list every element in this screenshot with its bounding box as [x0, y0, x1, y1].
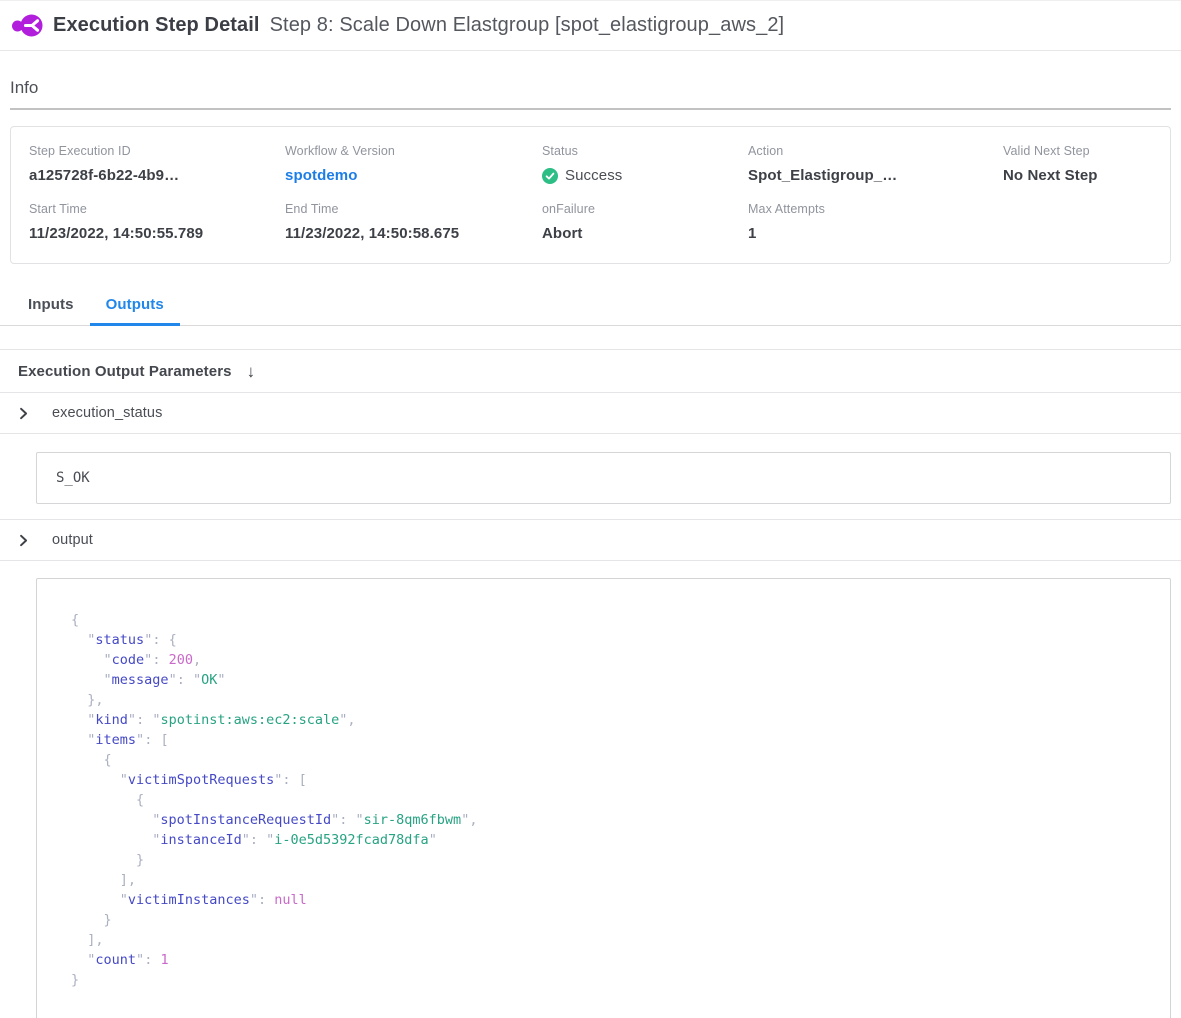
field-start-time: Start Time 11/23/2022, 14:50:55.789	[29, 202, 285, 242]
param-row-execution-status[interactable]: execution_status	[0, 393, 1181, 434]
info-section-heading-row: Info	[10, 78, 1171, 110]
field-label: Start Time	[29, 202, 285, 216]
field-value: 11/23/2022, 14:50:55.789	[29, 225, 285, 242]
execution-status-value: S_OK	[56, 470, 90, 486]
output-json-box: { "status": { "code": 200, "message": "O…	[36, 578, 1171, 1018]
header: Execution Step Detail Step 8: Scale Down…	[0, 1, 1181, 51]
field-label: Max Attempts	[748, 202, 1003, 216]
info-heading: Info	[10, 78, 1171, 98]
field-label: Step Execution ID	[29, 144, 285, 158]
info-grid: Step Execution ID a125728f-6b22-4b9… Wor…	[29, 144, 1170, 242]
tab-inputs[interactable]: Inputs	[12, 282, 90, 325]
field-action: Action Spot_Elastigroup_…	[748, 144, 1003, 184]
field-value: Spot_Elastigroup_…	[748, 167, 1003, 184]
info-card: Step Execution ID a125728f-6b22-4b9… Wor…	[10, 126, 1171, 264]
field-value: Abort	[542, 225, 748, 242]
field-empty	[1003, 202, 1170, 242]
field-end-time: End Time 11/23/2022, 14:50:58.675	[285, 202, 542, 242]
tab-outputs[interactable]: Outputs	[90, 282, 180, 325]
output-params-title: Execution Output Parameters	[18, 363, 232, 380]
json-code: { "status": { "code": 200, "message": "O…	[71, 610, 1150, 990]
field-workflow-version: Workflow & Version spotdemo	[285, 144, 542, 184]
field-label: Workflow & Version	[285, 144, 542, 158]
execution-status-value-box: S_OK	[36, 452, 1171, 504]
field-label: onFailure	[542, 202, 748, 216]
param-section-execution-status: execution_status S_OK	[0, 393, 1181, 520]
chevron-right-icon	[17, 534, 30, 547]
field-valid-next-step: Valid Next Step No Next Step	[1003, 144, 1170, 184]
field-max-attempts: Max Attempts 1	[748, 202, 1003, 242]
page-title: Execution Step Detail	[53, 14, 260, 37]
workflow-link[interactable]: spotdemo	[285, 167, 542, 184]
execution-output-parameters-header: Execution Output Parameters ↓	[0, 349, 1181, 393]
status-text: Success	[565, 167, 622, 184]
page-subtitle: Step 8: Scale Down Elastgroup [spot_elas…	[270, 14, 785, 37]
success-check-icon	[542, 168, 558, 184]
field-status: Status Success	[542, 144, 748, 184]
param-section-output: output { "status": { "code": 200, "messa…	[0, 520, 1181, 1018]
tabs-bar: Inputs Outputs	[0, 282, 1181, 326]
field-label: Status	[542, 144, 748, 158]
spot-logo-icon	[12, 12, 43, 39]
field-value: 1	[748, 225, 1003, 242]
param-row-output[interactable]: output	[0, 520, 1181, 561]
status-badge: Success	[542, 167, 748, 184]
field-value: 11/23/2022, 14:50:58.675	[285, 225, 542, 242]
field-label: Action	[748, 144, 1003, 158]
field-on-failure: onFailure Abort	[542, 202, 748, 242]
field-value: No Next Step	[1003, 167, 1170, 184]
field-label: End Time	[285, 202, 542, 216]
field-value: a125728f-6b22-4b9…	[29, 167, 285, 184]
param-name: output	[52, 532, 93, 548]
param-name: execution_status	[52, 405, 162, 421]
download-arrow-icon[interactable]: ↓	[247, 363, 256, 380]
field-label: Valid Next Step	[1003, 144, 1170, 158]
field-step-execution-id: Step Execution ID a125728f-6b22-4b9…	[29, 144, 285, 184]
chevron-right-icon	[17, 407, 30, 420]
